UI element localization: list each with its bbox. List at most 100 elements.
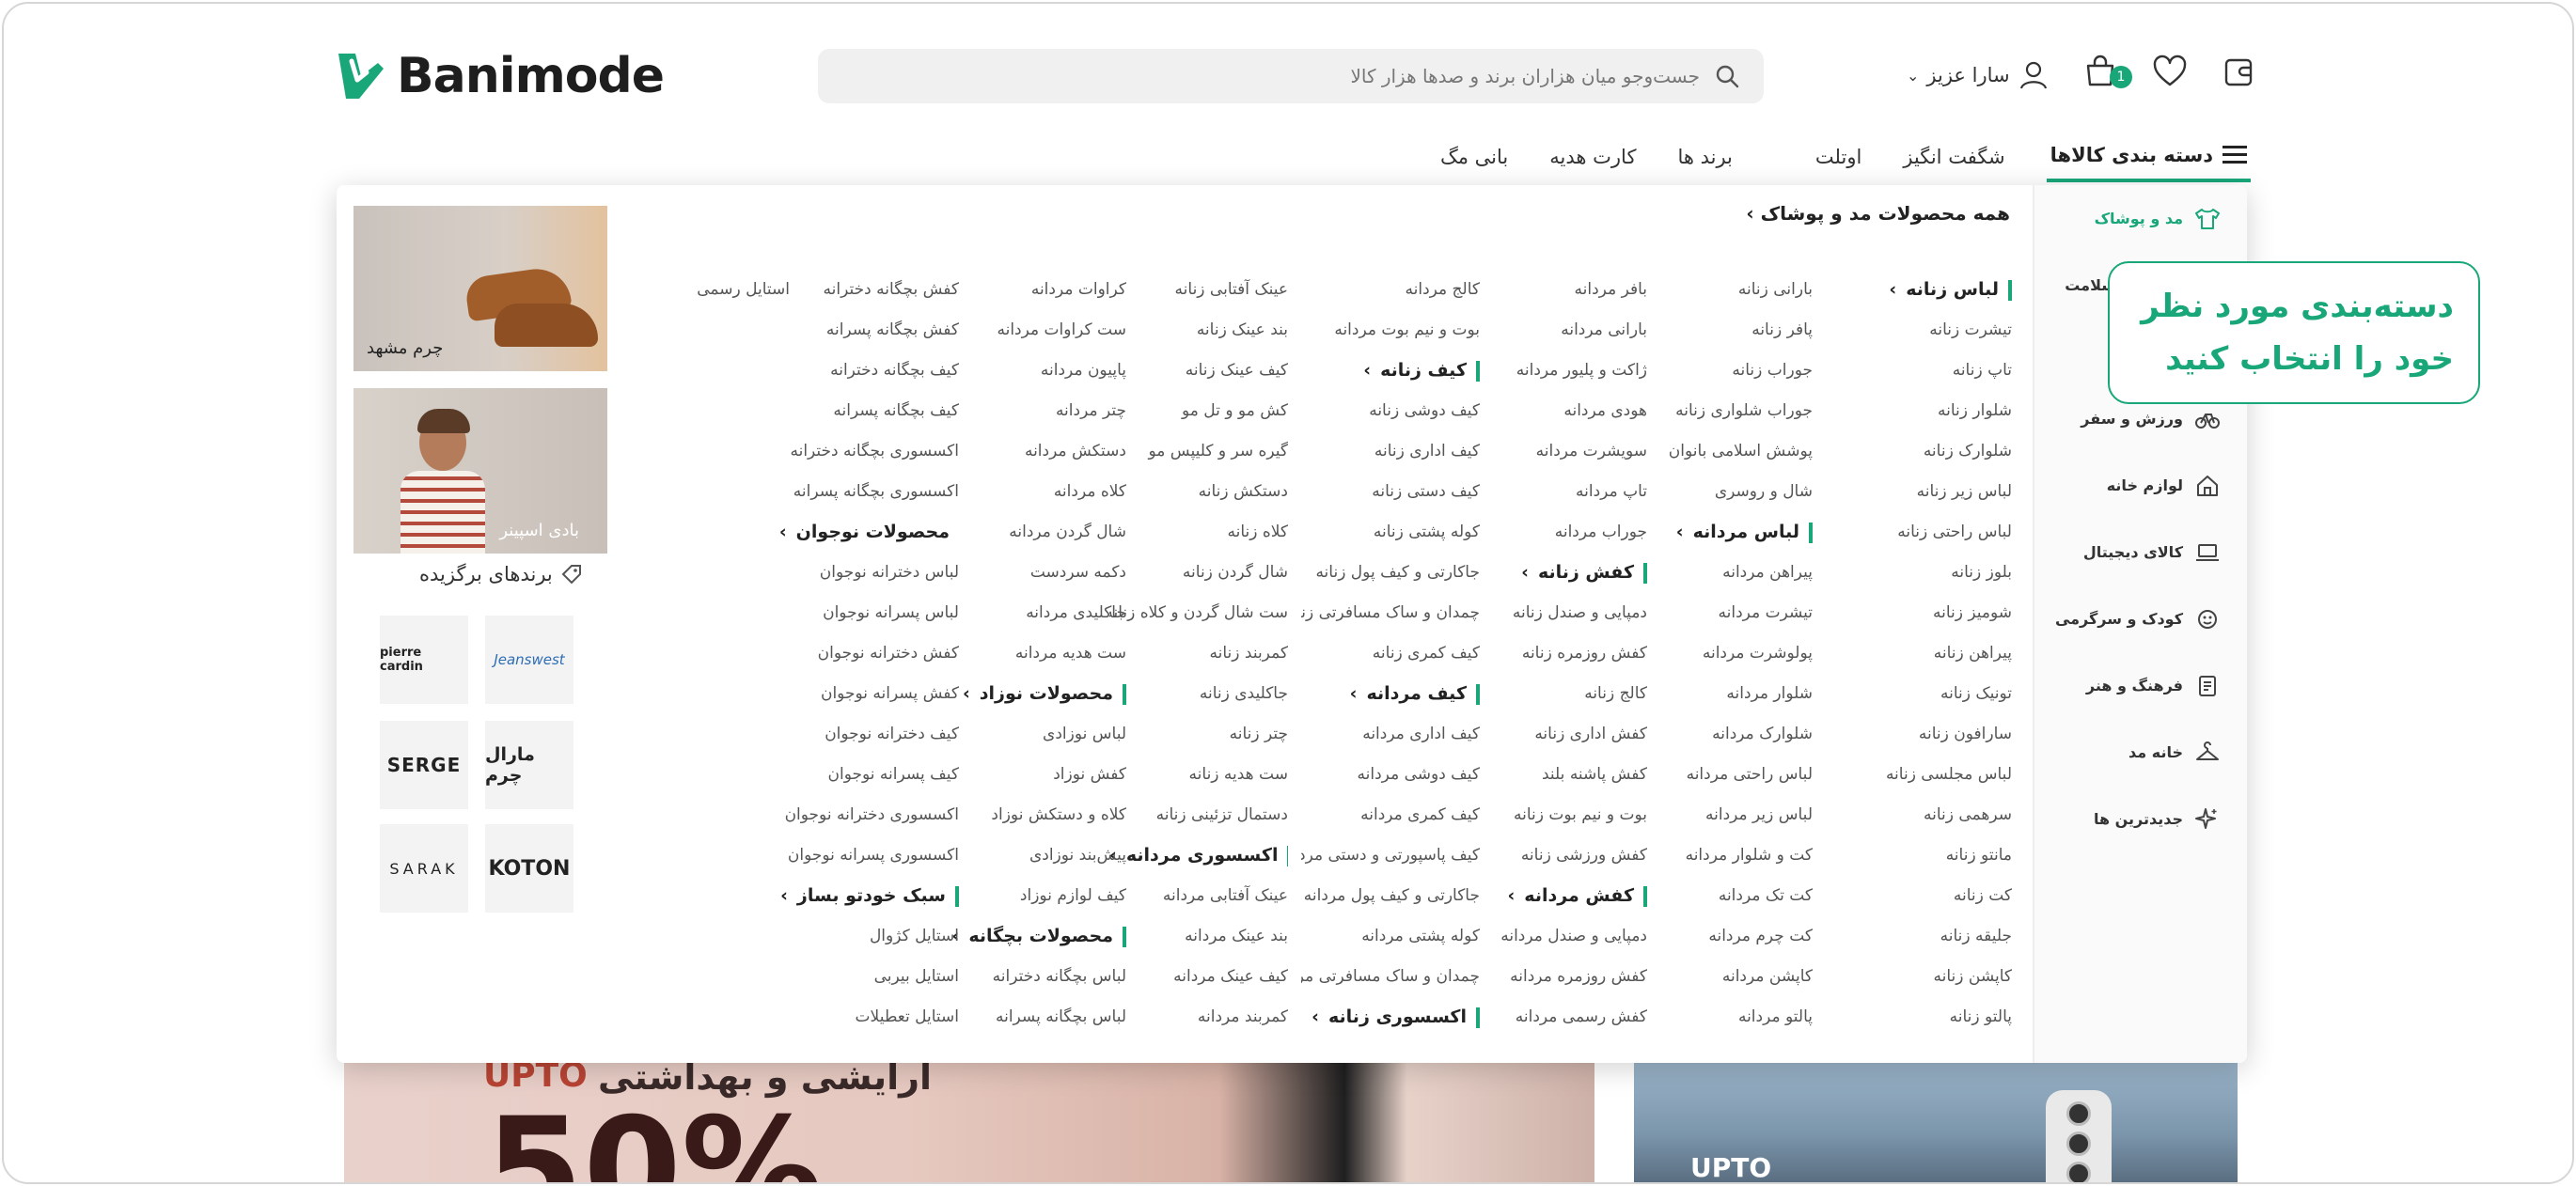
menu-link[interactable]: پالتو مردانه <box>1634 997 1813 1038</box>
menu-link[interactable]: لباس پسرانه نوجوان <box>780 593 959 633</box>
menu-link[interactable]: استایل رسمی <box>611 270 790 310</box>
menu-link[interactable]: کیف پاسپورتی و دستی مردانه <box>1301 835 1480 876</box>
menu-link[interactable]: بند عینک مردانه <box>1109 916 1288 957</box>
menu-link[interactable]: بارانی مردانه <box>1469 310 1647 351</box>
menu-link[interactable]: پالتو زنانه <box>1833 997 2012 1038</box>
menu-link[interactable]: کیف عینک زنانه <box>1109 351 1288 391</box>
menu-heading-link[interactable]: کفش زنانه <box>1469 553 1647 593</box>
brand-pierre-cardin[interactable]: pierre cardin <box>380 616 468 704</box>
menu-link[interactable]: کفش پاشنه بلند <box>1469 755 1647 795</box>
menu-link[interactable]: کلاه مردانه <box>948 472 1126 512</box>
menu-link[interactable]: جاکارتی و کیف پول مردانه <box>1301 876 1480 916</box>
menu-link[interactable]: کش مو و تل مو <box>1109 391 1288 431</box>
menu-link[interactable]: ست شال گردن و کلاه زنانه <box>1109 593 1288 633</box>
menu-link[interactable]: کفش ورزشی زنانه <box>1469 835 1647 876</box>
promo-mashhad-leather[interactable]: چرم مشهد <box>353 206 607 371</box>
menu-link[interactable]: کفش پسرانه نوجوان <box>780 674 959 714</box>
menu-link[interactable]: پافر زنانه <box>1634 310 1813 351</box>
sidebar-item-6[interactable]: کودک و سرگرمی <box>2034 585 2247 652</box>
menu-link[interactable]: دستکش مردانه <box>948 431 1126 472</box>
menu-link[interactable]: استایل بیربی <box>780 957 959 997</box>
nav-banimag[interactable]: بانی مگ <box>1440 146 1508 168</box>
nav-brands[interactable]: برند ها <box>1677 146 1732 168</box>
menu-link[interactable]: چمدان و ساک مسافرتی مردانه <box>1301 957 1480 997</box>
menu-heading-link[interactable]: اکسسوری زنانه <box>1301 997 1480 1038</box>
menu-link[interactable]: کیف اداری زنانه <box>1301 431 1480 472</box>
menu-link[interactable]: سویشرت مردانه <box>1469 431 1647 472</box>
menu-link[interactable]: لباس زیر مردانه <box>1634 795 1813 835</box>
menu-link[interactable]: پاپیون مردانه <box>948 351 1126 391</box>
menu-link[interactable]: جوراب شلواری زنانه <box>1634 391 1813 431</box>
menu-link[interactable]: کیف لوازم نوزاد <box>948 876 1126 916</box>
menu-link[interactable]: دستکش زنانه <box>1109 472 1288 512</box>
menu-link[interactable]: دکمه سردست <box>948 553 1126 593</box>
menu-heading-link[interactable]: کیف مردانه <box>1301 674 1480 714</box>
user-menu[interactable]: سارا عزیز ⌄ <box>1907 56 2050 94</box>
menu-link[interactable]: پوشش اسلامی بانوان <box>1634 431 1813 472</box>
menu-link[interactable]: شال و روسری <box>1634 472 1813 512</box>
menu-link[interactable]: کیف کمری مردانه <box>1301 795 1480 835</box>
menu-link[interactable]: کیف دوشی مردانه <box>1301 755 1480 795</box>
sidebar-item-5[interactable]: کالای دیجیتال <box>2034 519 2247 585</box>
menu-link[interactable]: کفش اداری زنانه <box>1469 714 1647 755</box>
menu-link[interactable]: لباس راحتی مردانه <box>1634 755 1813 795</box>
sidebar-item-0[interactable]: مد و پوشاک <box>2034 185 2247 252</box>
nav-gift-card[interactable]: کارت هدیه <box>1549 146 1636 168</box>
menu-link[interactable]: لباس نوزادی <box>948 714 1126 755</box>
menu-heading-link[interactable]: لباس زنانه <box>1833 270 2012 310</box>
menu-link[interactable]: لباس راحتی زنانه <box>1833 512 2012 553</box>
nav-amazing-offers[interactable]: شگفت انگیز <box>1903 146 2004 168</box>
menu-link[interactable]: پیراهن زنانه <box>1833 633 2012 674</box>
menu-link[interactable]: کوله پشتی مردانه <box>1301 916 1480 957</box>
menu-link[interactable]: کاپشن مردانه <box>1634 957 1813 997</box>
sidebar-item-8[interactable]: خانه مد <box>2034 719 2247 786</box>
menu-link[interactable]: ژاکت و پلیور مردانه <box>1469 351 1647 391</box>
menu-heading-link[interactable]: کیف زنانه <box>1301 351 1480 391</box>
menu-heading-link[interactable]: سبک خودتو بساز <box>780 876 959 916</box>
brand-serge[interactable]: SERGE <box>380 721 468 809</box>
nav-outlet[interactable]: اوتلت <box>1815 146 1861 168</box>
menu-link[interactable]: جاکلیدی زنانه <box>1109 674 1288 714</box>
menu-heading-link[interactable]: کفش مردانه <box>1469 876 1647 916</box>
menu-link[interactable]: مانتو زنانه <box>1833 835 2012 876</box>
menu-link[interactable]: اکسسوری بچگانه دخترانه <box>780 431 959 472</box>
digital-banner[interactable]: UPTO <box>1634 1053 2238 1182</box>
menu-link[interactable]: کیف پسرانه نوجوان <box>780 755 960 795</box>
brand-sarak[interactable]: SARAK <box>380 824 468 913</box>
menu-link[interactable]: استایل تعطیلات <box>780 997 959 1038</box>
menu-link[interactable]: سارافون زنانه <box>1833 714 2012 755</box>
menu-link[interactable]: شلوار مردانه <box>1634 674 1813 714</box>
menu-link[interactable]: تیشرت زنانه <box>1833 310 2012 351</box>
menu-link[interactable]: کلاه زنانه <box>1109 512 1288 553</box>
menu-link[interactable]: لباس دخترانه نوجوان <box>780 553 959 593</box>
menu-link[interactable]: کوله پشتی زنانه <box>1301 512 1480 553</box>
menu-heading-link[interactable]: محصولات نوجوان <box>780 512 959 553</box>
menu-link[interactable]: کیف عینک مردانه <box>1109 957 1288 997</box>
menu-link[interactable]: تونیک زنانه <box>1833 674 2012 714</box>
menu-link[interactable]: جاکلیدی مردانه <box>948 593 1126 633</box>
search-input[interactable] <box>840 65 1700 87</box>
menu-link[interactable]: کفش دخترانه نوجوان <box>780 633 959 674</box>
menu-link[interactable]: تیشرت مردانه <box>1634 593 1813 633</box>
menu-link[interactable]: کیف دستی زنانه <box>1301 472 1480 512</box>
menu-link[interactable]: لباس بچگانه دخترانه <box>948 957 1126 997</box>
menu-link[interactable]: دمپایی و صندل زنانه <box>1469 593 1647 633</box>
menu-link[interactable]: کیف بچگانه دخترانه <box>780 351 959 391</box>
menu-link[interactable]: بلوز زنانه <box>1833 553 2012 593</box>
menu-link[interactable]: بوت و نیم بوت مردانه <box>1301 310 1480 351</box>
sidebar-item-4[interactable]: لوازم خانه <box>2034 452 2247 519</box>
menu-link[interactable]: اکسسوری دخترانه نوجوان <box>780 795 959 835</box>
menu-link[interactable]: پولوشرت مردانه <box>1634 633 1813 674</box>
menu-link[interactable]: جوراب مردانه <box>1469 512 1647 553</box>
menu-link[interactable]: کفش بچگانه دخترانه <box>780 270 959 310</box>
wallet-button[interactable] <box>2221 53 2258 90</box>
menu-link[interactable]: ست هدیه مردانه <box>948 633 1126 674</box>
menu-link[interactable]: ست کراوات مردانه <box>948 310 1126 351</box>
menu-link[interactable]: کراوات مردانه <box>948 270 1126 310</box>
menu-link[interactable]: کلاه و دستکش نوزاد <box>948 795 1126 835</box>
wishlist-button[interactable] <box>2151 53 2189 90</box>
menu-link[interactable]: لباس زیر زنانه <box>1833 472 2012 512</box>
menu-link[interactable]: بوت و نیم بوت زنانه <box>1469 795 1647 835</box>
menu-link[interactable]: عینک آفتابی زنانه <box>1109 270 1288 310</box>
nav-categories[interactable]: دسته بندی کالاها <box>2046 132 2251 182</box>
